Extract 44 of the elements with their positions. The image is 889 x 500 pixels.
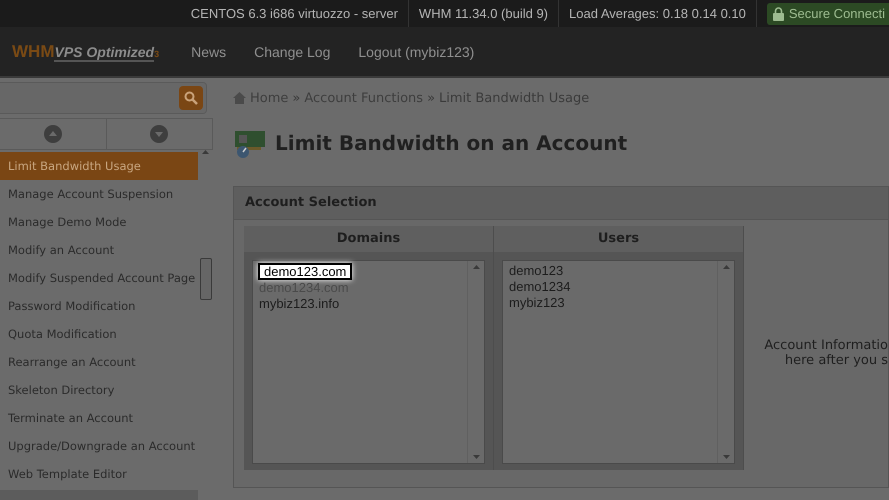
list-option[interactable]: mybiz123.info bbox=[255, 296, 344, 312]
sidebar-item[interactable]: Manage Account Suspension bbox=[0, 180, 198, 208]
breadcrumb-separator: » bbox=[427, 90, 436, 106]
column-header: Domains bbox=[244, 226, 493, 252]
sidebar-item[interactable]: Rearrange an Account bbox=[0, 348, 198, 376]
info-text: here after you s bbox=[784, 353, 888, 368]
scrollbar-thumb[interactable] bbox=[200, 258, 212, 300]
panel-title: Account Selection bbox=[234, 187, 888, 220]
scroll-down-icon[interactable] bbox=[472, 455, 480, 459]
nav-link[interactable]: Logout (mybiz123) bbox=[358, 44, 474, 60]
page-title: Limit Bandwidth on an Account bbox=[275, 131, 628, 155]
sidebar-item[interactable]: Manage Demo Mode bbox=[0, 208, 198, 236]
sidebar-item[interactable]: Modify an Account bbox=[0, 236, 198, 264]
info-text: Account Informatio bbox=[764, 338, 888, 353]
lock-icon bbox=[772, 6, 784, 20]
breadcrumb-separator: » bbox=[292, 90, 300, 106]
sidebar-item[interactable]: Limit Bandwidth Usage bbox=[0, 152, 198, 180]
list-box[interactable]: demo123 demo1234 mybiz123 bbox=[502, 260, 735, 464]
scroll-up-icon[interactable] bbox=[722, 265, 730, 269]
nav-link[interactable]: News bbox=[191, 44, 226, 60]
sidebar-item[interactable]: Skeleton Directory bbox=[0, 376, 198, 404]
sidebar-item[interactable]: Upgrade/Downgrade an Account bbox=[0, 432, 198, 460]
scroll-up-icon[interactable] bbox=[472, 265, 480, 269]
sidebar-item[interactable]: Modify Suspended Account Page bbox=[0, 264, 198, 292]
secure-connection-badge: Secure Connecti bbox=[766, 2, 889, 24]
sidebar-item[interactable]: Terminate an Account bbox=[0, 404, 198, 432]
nav-link[interactable]: Change Log bbox=[254, 44, 330, 60]
search-field[interactable] bbox=[0, 82, 207, 114]
list-option[interactable]: demo123 bbox=[505, 263, 568, 279]
search-button[interactable] bbox=[179, 86, 203, 110]
scroll-up-icon[interactable] bbox=[202, 150, 209, 154]
list-option[interactable]: mybiz123 bbox=[505, 295, 569, 311]
scroll-up-icon[interactable] bbox=[44, 125, 62, 143]
sidebar-item[interactable]: Quota Modification bbox=[0, 320, 198, 348]
home-icon bbox=[233, 92, 246, 104]
scroll-down-icon[interactable] bbox=[150, 125, 168, 143]
column-header: Users bbox=[494, 226, 743, 252]
list-option[interactable]: demo123.com bbox=[258, 263, 352, 280]
sidebar-item[interactable]: Web Template Editor bbox=[0, 460, 198, 488]
logo: WHMVPS Optimized3 bbox=[12, 42, 160, 62]
search-icon bbox=[184, 91, 198, 105]
scroll-down-icon[interactable] bbox=[722, 455, 730, 459]
list-option[interactable]: demo1234 bbox=[505, 279, 574, 295]
sidebar-item[interactable]: Password Modification bbox=[0, 292, 198, 320]
